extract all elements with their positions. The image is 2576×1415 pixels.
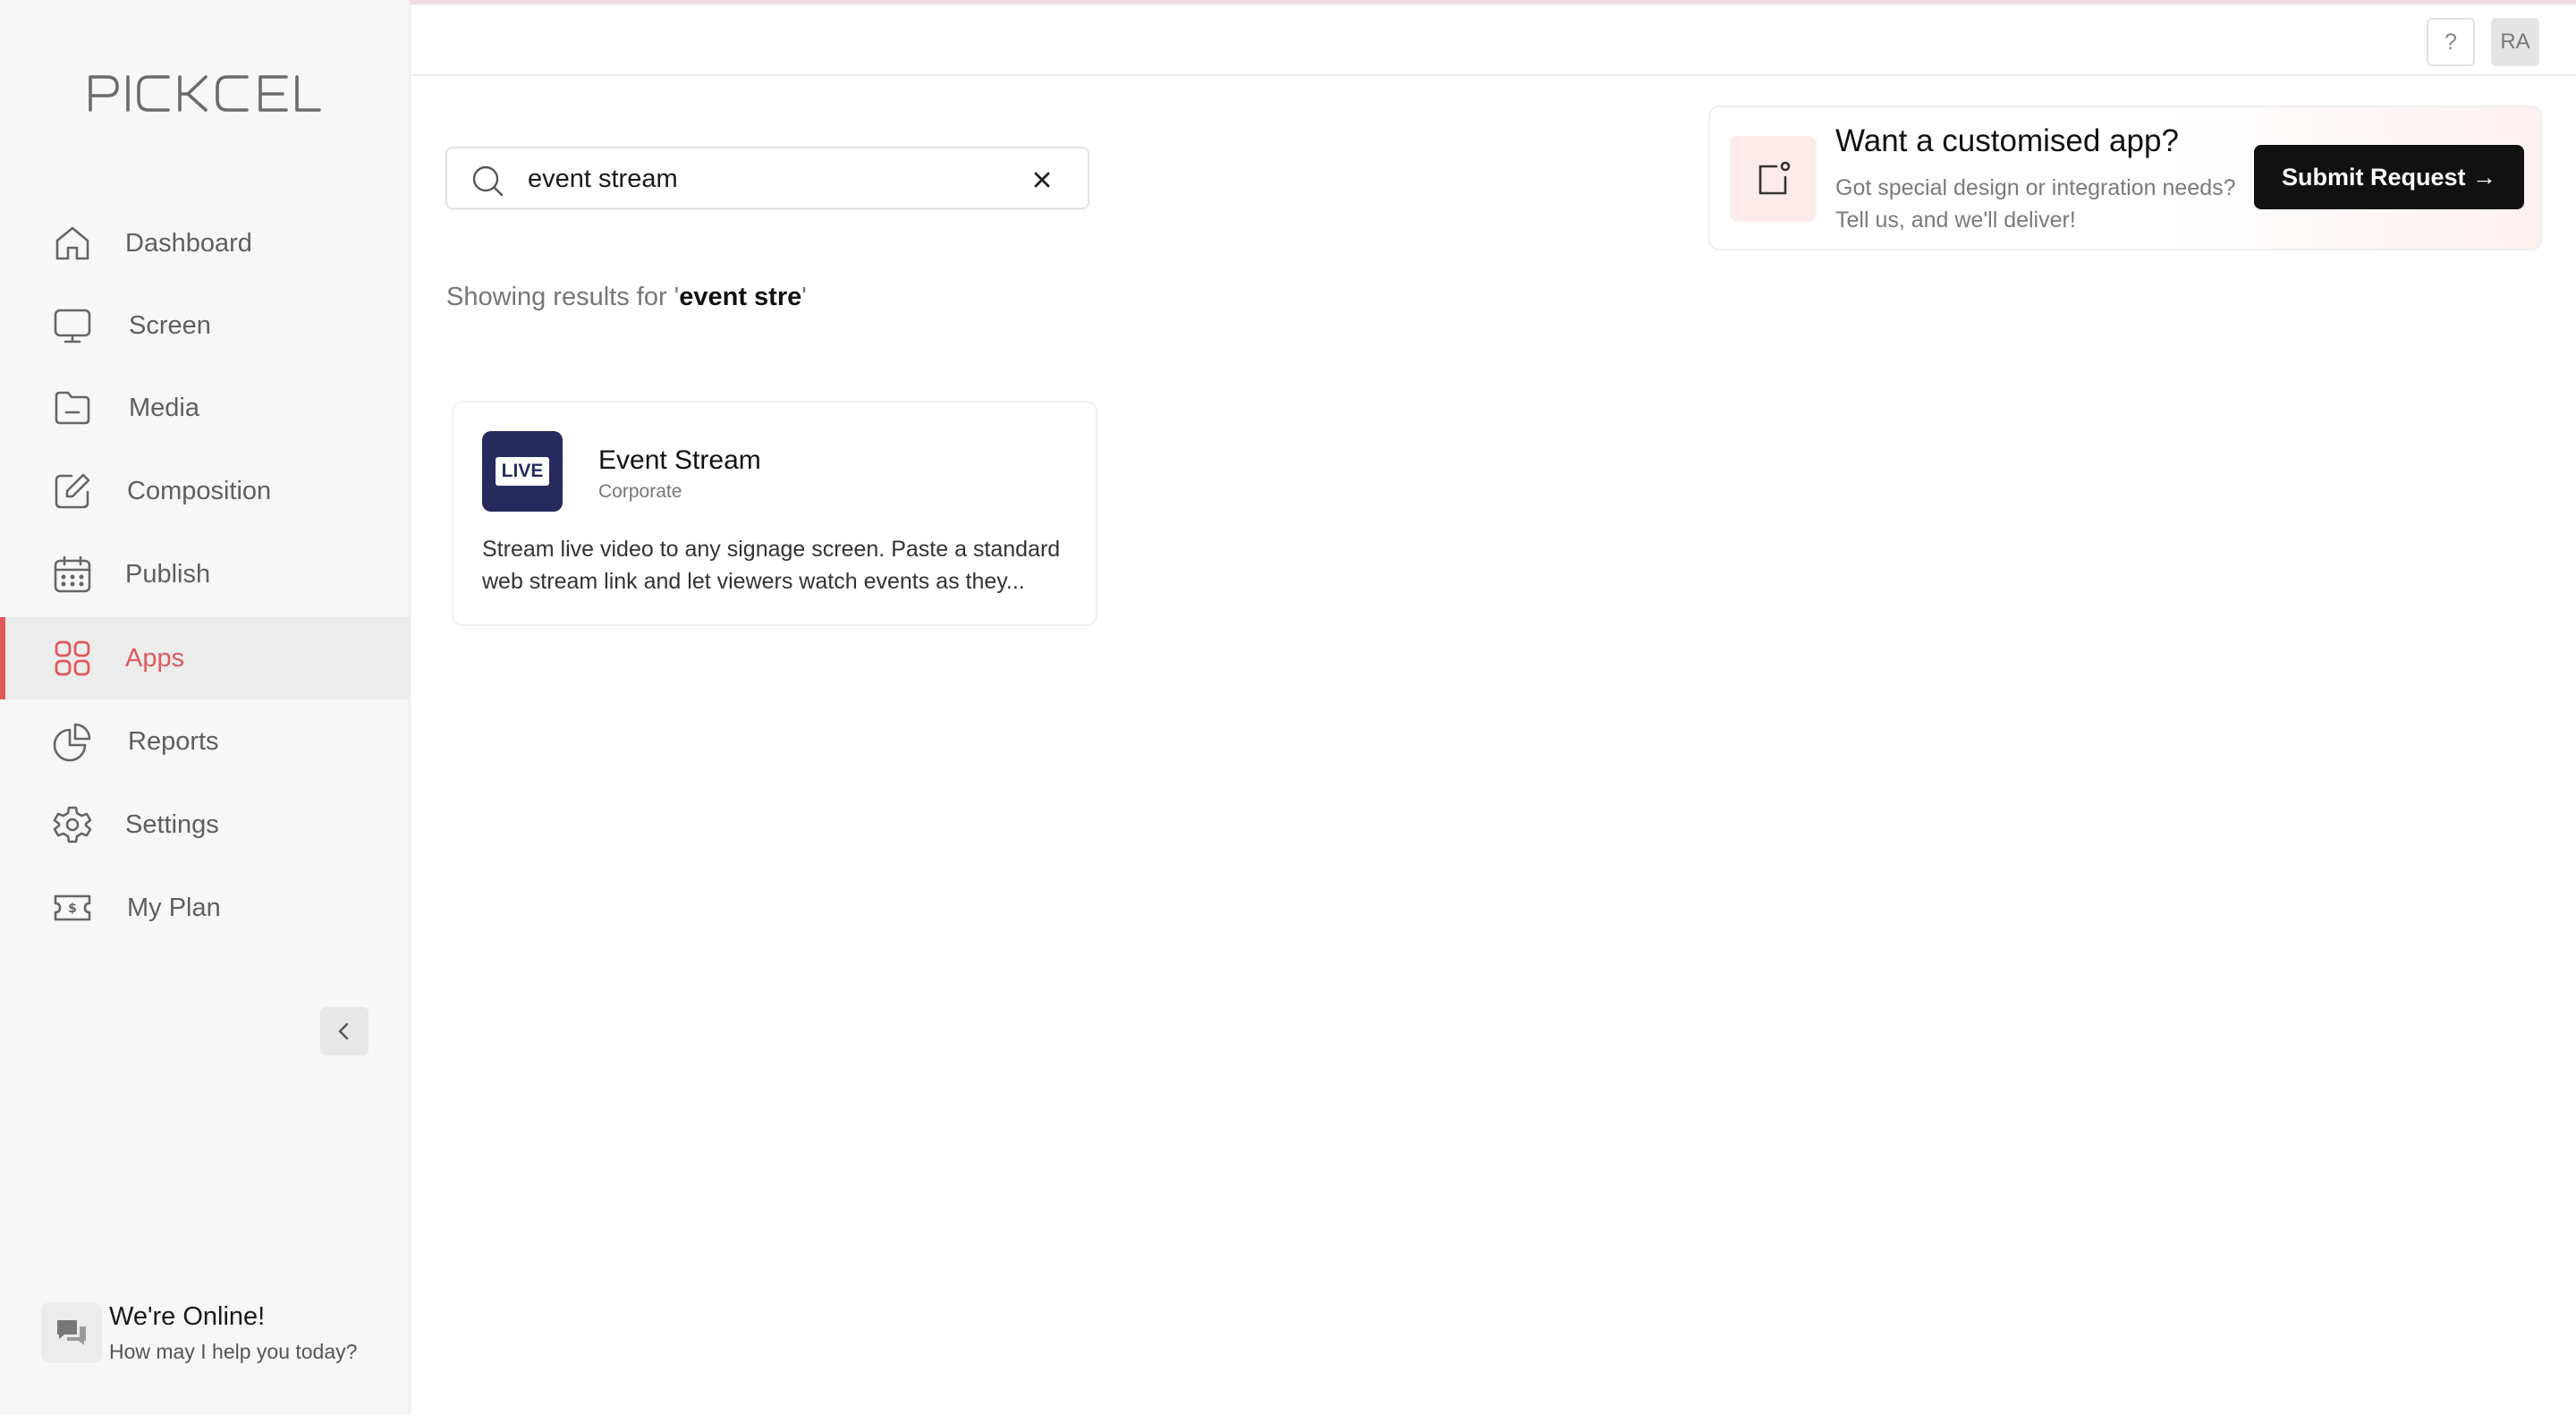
chat-title: We're Online!: [109, 1302, 266, 1331]
logo-wordmark-icon: [89, 75, 321, 112]
submit-request-button[interactable]: Submit Request →: [2254, 145, 2524, 209]
promo-description: Got special design or integration needs?…: [1835, 175, 2236, 233]
sidebar-item-label: Reports: [128, 726, 219, 756]
sidebar: Dashboard Screen Media Composition Publi…: [0, 0, 411, 1415]
chat-subtitle: How may I help you today?: [109, 1340, 358, 1363]
sidebar-item-label: Dashboard: [125, 228, 252, 258]
search-box: [445, 147, 1089, 209]
gear-icon: [50, 802, 95, 847]
app-description: Stream live video to any signage screen.…: [482, 537, 1061, 594]
home-icon: [50, 221, 95, 266]
chevron-left-icon: [338, 1022, 349, 1040]
sidebar-item-label: Composition: [127, 476, 272, 505]
results-prefix: Showing results for ': [446, 283, 680, 311]
sidebar-item-my-plan[interactable]: $ My Plan: [0, 867, 409, 949]
search-icon: [472, 165, 504, 197]
close-icon[interactable]: [1029, 166, 1055, 193]
folder-icon: [50, 386, 95, 430]
calendar-icon: [50, 552, 95, 597]
chat-icon: [41, 1302, 102, 1363]
sidebar-item-label: Screen: [129, 310, 211, 340]
avatar[interactable]: RA: [2491, 18, 2539, 66]
sidebar-item-screen[interactable]: Screen: [0, 284, 409, 367]
app-logo-badge: LIVE: [495, 457, 550, 486]
results-query: event stre: [679, 283, 802, 311]
pie-chart-icon: [50, 719, 95, 764]
help-button[interactable]: ?: [2427, 18, 2475, 66]
search-input[interactable]: [528, 157, 993, 200]
grid-icon: [50, 636, 95, 681]
app-result-card[interactable]: LIVE Event Stream Corporate Stream live …: [452, 401, 1097, 626]
app-root: Dashboard Screen Media Composition Publi…: [0, 0, 2576, 1415]
sidebar-item-label: Apps: [125, 643, 185, 673]
sidebar-item-reports[interactable]: Reports: [0, 700, 409, 783]
sidebar-item-composition[interactable]: Composition: [0, 450, 409, 532]
results-summary: Showing results for 'event stre': [446, 283, 807, 312]
sidebar-item-dashboard[interactable]: Dashboard: [0, 202, 409, 284]
sidebar-item-settings[interactable]: Settings: [0, 784, 409, 866]
monitor-icon: [50, 303, 95, 348]
promo-title: Want a customised app?: [1835, 123, 2179, 158]
sidebar-item-label: Publish: [125, 559, 211, 589]
sidebar-item-label: My Plan: [127, 893, 221, 922]
results-suffix: ': [801, 283, 807, 311]
svg-text:$: $: [68, 902, 77, 916]
sidebar-item-label: Settings: [125, 809, 219, 839]
app-name: Event Stream: [598, 445, 761, 475]
sidebar-collapse-button[interactable]: [320, 1007, 369, 1055]
pickcel-logo[interactable]: [88, 72, 322, 113]
app-category: Corporate: [598, 481, 682, 502]
ticket-dollar-icon: $: [50, 885, 95, 930]
sidebar-item-label: Media: [129, 393, 199, 422]
app-request-icon: [1730, 136, 1816, 222]
sidebar-item-apps[interactable]: Apps: [0, 617, 409, 699]
live-stream-icon: LIVE: [482, 431, 563, 512]
custom-app-promo-card: Want a customised app? Got special desig…: [1708, 106, 2542, 250]
chat-widget[interactable]: We're Online! How may I help you today?: [41, 1301, 399, 1372]
edit-icon: [50, 469, 95, 513]
sidebar-item-publish[interactable]: Publish: [0, 533, 409, 615]
top-bar: [411, 4, 2576, 76]
sidebar-item-media[interactable]: Media: [0, 367, 409, 449]
